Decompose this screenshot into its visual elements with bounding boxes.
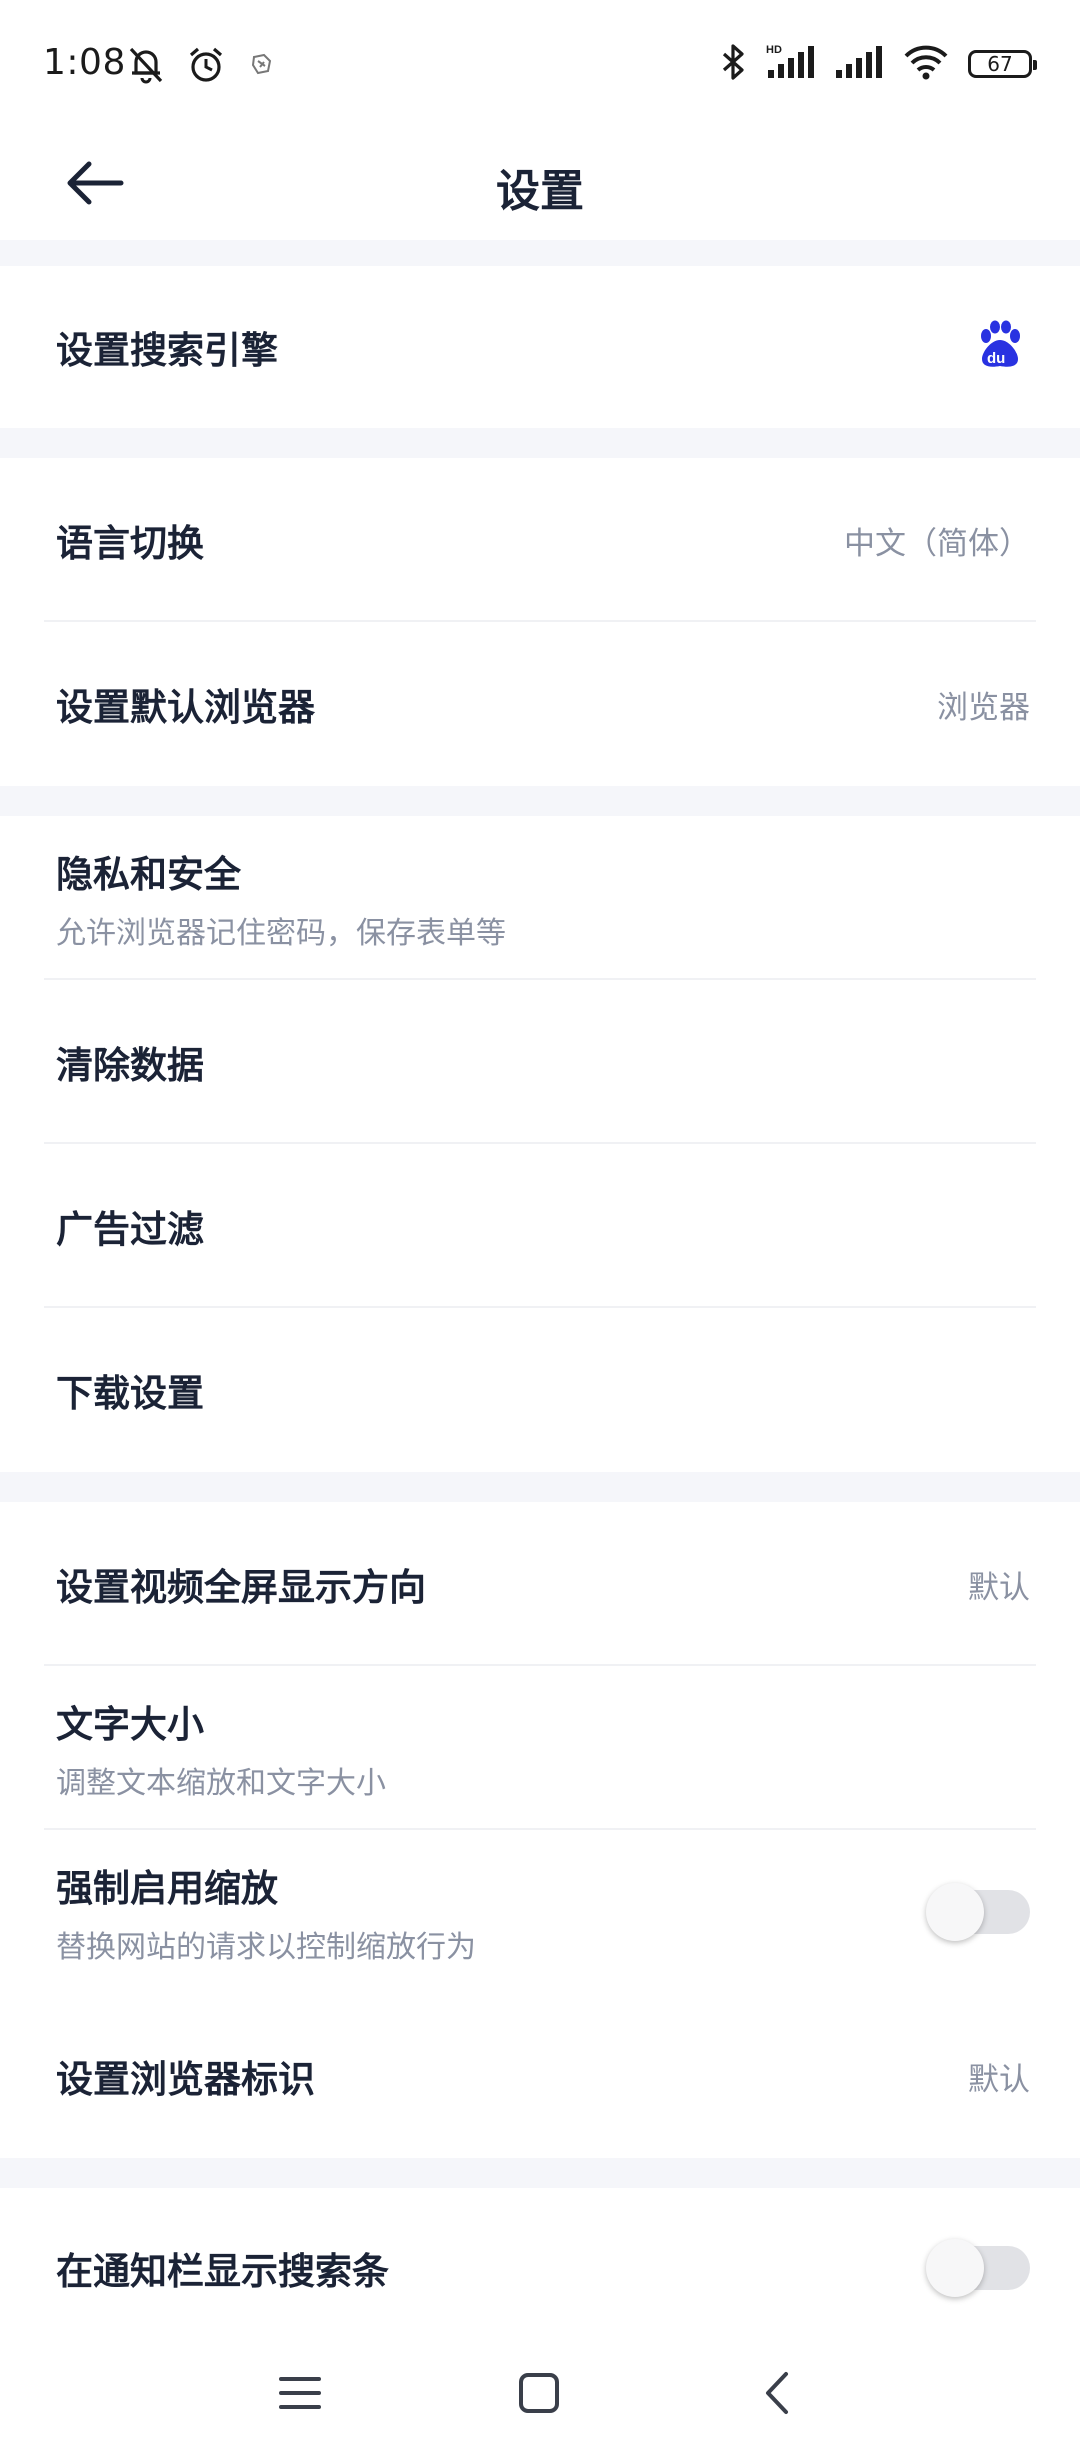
status-bar: 1:08 HD 67 [0,0,1080,135]
status-left-icons [128,47,276,87]
notification-icon [248,51,276,83]
setting-label: 设置视频全屏显示方向 [56,1566,426,1609]
menu-button[interactable] [260,2355,340,2435]
section-divider [0,2158,1080,2188]
settings-group-general: 语言切换 中文（简体） 设置默认浏览器 浏览器 [0,458,1080,786]
setting-search-engine[interactable]: 设置搜索引擎 du [0,266,1080,428]
setting-clear-data[interactable]: 清除数据 [0,980,1080,1144]
settings-group-privacy: 隐私和安全 允许浏览器记住密码，保存表单等 清除数据 广告过滤 下载设置 [0,816,1080,1472]
setting-subtitle: 替换网站的请求以控制缩放行为 [56,1930,476,1965]
settings-group-search: 设置搜索引擎 du [0,266,1080,428]
battery-icon: 67 [968,50,1037,78]
svg-text:du: du [987,350,1005,367]
setting-download[interactable]: 下载设置 [0,1308,1080,1472]
settings-group-notification: 在通知栏显示搜索条 [0,2188,1080,2348]
toggle-knob [926,2239,984,2297]
setting-language[interactable]: 语言切换 中文（简体） [0,458,1080,622]
setting-value: 浏览器 [937,689,1030,726]
toggle-knob [926,1883,984,1941]
signal-icon [834,42,884,86]
setting-label: 强制启用缩放 [56,1867,278,1910]
settings-list: 设置搜索引擎 du 语言切换 中文（简体） 设置默认浏览器 浏览器 隐私和安全 … [0,240,1080,2348]
setting-text-size[interactable]: 文字大小 调整文本缩放和文字大小 [0,1666,1080,1830]
page-title: 设置 [496,166,584,217]
setting-subtitle: 调整文本缩放和文字大小 [56,1766,386,1801]
setting-notification-search[interactable]: 在通知栏显示搜索条 [0,2188,1080,2348]
signal-hd-icon: HD [766,42,816,86]
back-chevron-icon [760,2370,796,2420]
home-button[interactable] [499,2355,579,2435]
section-divider [0,786,1080,816]
section-divider [0,1472,1080,1502]
setting-label: 清除数据 [56,1044,204,1087]
setting-video-orientation[interactable]: 设置视频全屏显示方向 默认 [0,1502,1080,1666]
notification-search-toggle[interactable] [926,2239,1030,2297]
setting-label: 语言切换 [56,522,204,565]
setting-privacy[interactable]: 隐私和安全 允许浏览器记住密码，保存表单等 [0,816,1080,980]
setting-label: 下载设置 [56,1372,204,1415]
setting-label: 设置搜索引擎 [56,329,278,372]
svg-text:HD: HD [766,44,782,56]
bluetooth-icon [718,42,748,86]
battery-level: 67 [987,52,1013,76]
home-square-icon [517,2371,561,2419]
menu-icon [278,2373,322,2417]
setting-label: 设置默认浏览器 [56,686,315,729]
settings-group-display: 设置视频全屏显示方向 默认 文字大小 调整文本缩放和文字大小 强制启用缩放 替换… [0,1502,1080,2158]
setting-label: 在通知栏显示搜索条 [56,2250,389,2293]
setting-label: 广告过滤 [56,1208,204,1251]
setting-value: 默认 [968,1569,1030,1606]
muted-bell-icon [128,45,164,89]
setting-subtitle: 允许浏览器记住密码，保存表单等 [56,916,506,951]
status-right-icons: HD 67 [718,42,1037,86]
status-time: 1:08 [43,42,126,83]
wifi-icon [902,42,950,86]
setting-ad-filter[interactable]: 广告过滤 [0,1144,1080,1308]
setting-label: 设置浏览器标识 [56,2058,315,2101]
system-back-button[interactable] [738,2355,818,2435]
setting-value: 默认 [968,2061,1030,2098]
setting-label: 隐私和安全 [56,853,241,896]
system-nav-bar [0,2330,1080,2460]
force-zoom-toggle[interactable] [926,1883,1030,1941]
section-divider [0,428,1080,458]
setting-label: 文字大小 [56,1703,204,1746]
baidu-icon: du [976,320,1024,374]
section-divider [0,240,1080,266]
setting-value: 中文（简体） [844,525,1030,562]
setting-user-agent[interactable]: 设置浏览器标识 默认 [0,1994,1080,2158]
app-bar: 设置 [0,135,1080,240]
setting-force-zoom[interactable]: 强制启用缩放 替换网站的请求以控制缩放行为 [0,1830,1080,1994]
alarm-icon [186,45,226,89]
setting-default-browser[interactable]: 设置默认浏览器 浏览器 [0,622,1080,786]
